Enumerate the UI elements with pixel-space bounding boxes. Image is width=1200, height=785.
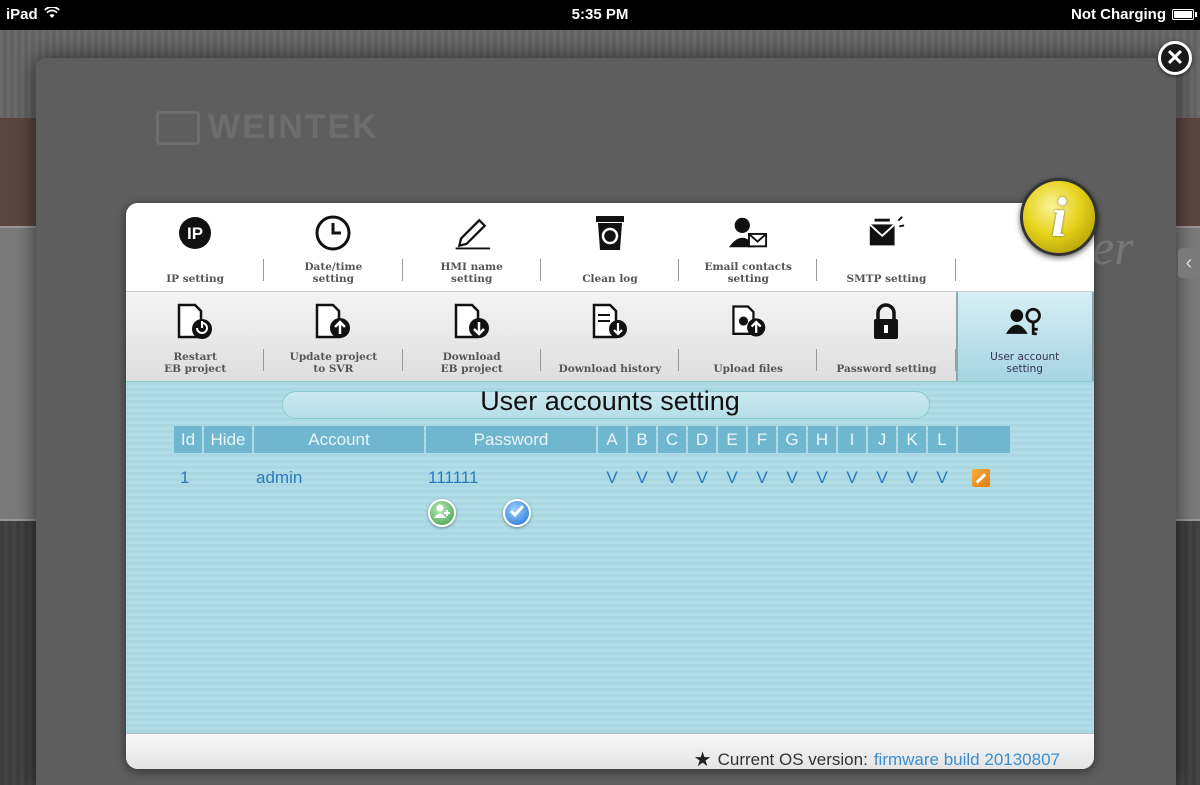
col-id: Id (174, 426, 202, 453)
cell-perm-f: V (756, 468, 768, 487)
col-hide: Hide (204, 426, 252, 453)
cell-perm-i: V (846, 468, 858, 487)
cell-perm-b: V (636, 468, 648, 487)
cell-perm-a: V (606, 468, 618, 487)
lock-icon (866, 302, 906, 342)
cell-perm-c: V (666, 468, 678, 487)
os-version-label: Current OS version: (717, 749, 868, 769)
col-e: E (718, 426, 746, 453)
col-edit (958, 426, 1010, 453)
battery-icon (1172, 9, 1197, 20)
tool-ip-setting[interactable]: IP IP setting (126, 203, 265, 291)
logo-mark-icon (156, 110, 200, 145)
star-icon: ★ (693, 749, 712, 769)
col-d: D (688, 426, 716, 453)
cell-perm-k: V (906, 468, 918, 487)
cell-hide[interactable] (204, 466, 252, 490)
download-document-icon (452, 302, 492, 342)
status-bar: iPad 5:35 PM Not Charging (0, 0, 1200, 30)
dialog-footer: ★ Current OS version: firmware build 201… (126, 733, 1094, 769)
cell-id: 1 (180, 468, 190, 487)
upload-files-icon (728, 302, 768, 342)
tool-datetime-setting[interactable]: Date/time setting (264, 203, 403, 291)
tool-password-setting[interactable]: Password setting (817, 292, 956, 381)
table-header: Id Hide Account Password A B C D E F G H… (174, 426, 1012, 453)
col-account: Account (254, 426, 424, 453)
cell-account: admin (256, 468, 303, 487)
table-row[interactable]: 1 admin 111111 V V V V V V V V V V V V (174, 466, 990, 490)
tool-download-history[interactable]: Download history (541, 292, 680, 381)
tool-upload-files[interactable]: Upload files (679, 292, 818, 381)
cell-perm-e: V (726, 468, 738, 487)
tool-download-eb-project[interactable]: Download EB project (403, 292, 541, 381)
info-icon[interactable]: i (1020, 178, 1098, 256)
col-password: Password (426, 426, 596, 453)
clock-icon (313, 213, 353, 253)
col-g: G (778, 426, 806, 453)
settings-dialog: IP IP setting Date/time setting HMI name… (126, 203, 1094, 769)
tool-smtp-setting[interactable]: SMTP setting (817, 203, 956, 291)
contact-mail-icon (728, 213, 768, 253)
checkmark-icon (509, 505, 525, 518)
svg-text:IP: IP (187, 224, 203, 243)
add-user-button[interactable] (428, 499, 456, 527)
cell-perm-d: V (696, 468, 708, 487)
user-accounts-panel: User accounts setting Id Hide Account Pa… (126, 381, 1094, 733)
mail-send-icon (866, 213, 906, 253)
close-icon[interactable]: ✕ (1158, 41, 1192, 75)
battery-label: Not Charging (1071, 6, 1166, 23)
restart-document-icon (175, 302, 215, 342)
os-version-value: firmware build 20130807 (873, 749, 1060, 769)
tool-hmi-name-setting[interactable]: HMI name setting (403, 203, 541, 291)
tool-clean-log[interactable]: Clean log (541, 203, 680, 291)
col-c: C (658, 426, 686, 453)
edit-icon[interactable] (972, 469, 990, 487)
tool-email-contacts-setting[interactable]: Email contacts setting (679, 203, 818, 291)
toolbar-row-2: Restart EB project Update project to SVR… (126, 291, 1094, 381)
weintek-logo: WEINTEK (156, 108, 379, 147)
status-time: 5:35 PM (571, 6, 629, 23)
users-key-icon (1005, 302, 1045, 342)
background-partial-text: er (1092, 219, 1134, 275)
cell-perm-l: V (936, 468, 948, 487)
confirm-button[interactable] (503, 499, 531, 527)
col-i: I (838, 426, 866, 453)
background-arrow-icon: ‹ (1178, 248, 1200, 278)
col-f: F (748, 426, 776, 453)
col-l: L (928, 426, 956, 453)
cell-perm-j: V (876, 468, 888, 487)
cell-perm-g: V (786, 468, 798, 487)
history-download-icon (590, 302, 630, 342)
tool-restart-eb-project[interactable]: Restart EB project (126, 292, 265, 381)
upload-document-icon (313, 302, 353, 342)
col-j: J (868, 426, 896, 453)
pen-icon (452, 213, 492, 253)
col-h: H (808, 426, 836, 453)
cell-perm-h: V (816, 468, 828, 487)
add-user-icon (434, 504, 450, 518)
toolbar-row-1: IP IP setting Date/time setting HMI name… (126, 203, 1094, 291)
col-k: K (898, 426, 926, 453)
recycle-bin-icon (590, 213, 630, 253)
ip-icon: IP (175, 213, 215, 253)
panel-title: User accounts setting (480, 386, 740, 416)
col-a: A (598, 426, 626, 453)
col-b: B (628, 426, 656, 453)
tool-user-account-setting[interactable]: User account setting (955, 292, 1094, 381)
cell-password: 111111 (428, 468, 479, 487)
tool-update-project-to-svr[interactable]: Update project to SVR (264, 292, 403, 381)
